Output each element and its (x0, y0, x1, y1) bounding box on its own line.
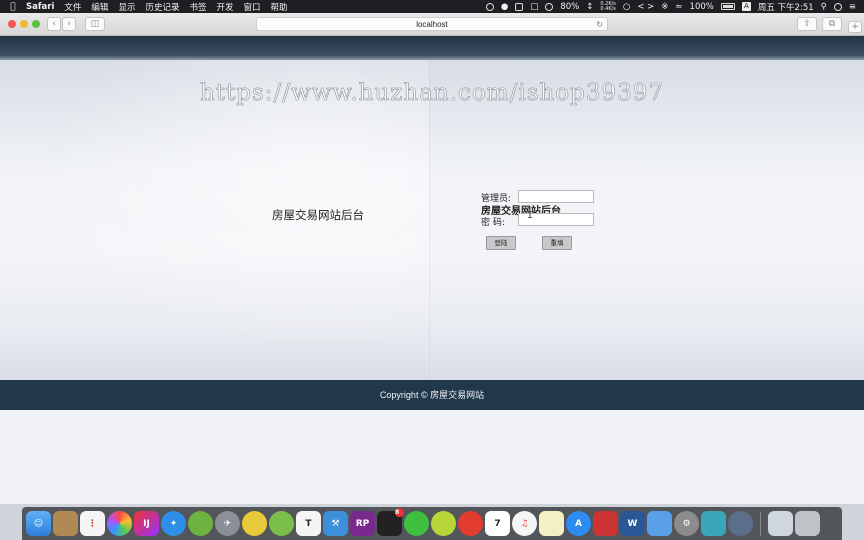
menu-app-name[interactable]: Safari (26, 2, 54, 12)
wechat-status-icon[interactable]: ○ (623, 2, 630, 12)
share-icon: ⇧ (803, 19, 811, 29)
battery-icon[interactable] (720, 3, 735, 10)
menu-help[interactable]: 帮助 (271, 1, 288, 13)
qq-icon[interactable]: 8 (377, 508, 404, 536)
sync-icon[interactable] (545, 2, 554, 11)
close-window-button[interactable] (8, 20, 16, 28)
network-speed: 0.2K/s 0.4K/s (600, 1, 616, 12)
lemon-icon[interactable] (242, 511, 267, 536)
notification-center-icon[interactable]: ≡ (849, 2, 856, 12)
chevron-right-icon: › (67, 19, 71, 29)
wechat-icon[interactable] (404, 511, 429, 536)
net-down: 0.4K/s (600, 5, 616, 12)
photos-icon[interactable] (107, 511, 132, 536)
launchpad-icon[interactable]: ✈ (215, 511, 240, 536)
updown-arrows-icon: ↕ (586, 1, 594, 12)
battery-percent-1: 80% (560, 1, 580, 12)
reload-icon[interactable]: ↻ (596, 18, 603, 31)
address-bar[interactable]: localhost ↻ (256, 17, 608, 31)
notes-icon[interactable] (53, 511, 78, 536)
reset-button[interactable]: 重填 (542, 236, 572, 250)
header-band (0, 36, 864, 60)
status-area: ● □ 80% ↕ 0.2K/s 0.4K/s ○ < > ※ ≈ 100% A… (485, 1, 864, 13)
intellij-icon[interactable]: IJ (134, 511, 159, 536)
clock[interactable]: 周五 下午2:51 (758, 1, 814, 13)
screen-icon[interactable] (515, 2, 524, 11)
dock: ☺ ⋮ IJ ✦ ✈ T ⚒ RP 8 7 ♫ A W ⚙ (22, 507, 842, 540)
browser-toolbar: ‹ › ◫ localhost ↻ ⇧ ⧉ + (0, 13, 864, 36)
spring-icon[interactable] (188, 511, 213, 536)
keynote-icon[interactable] (647, 511, 672, 536)
zoom-window-button[interactable] (32, 20, 40, 28)
dock-separator (760, 511, 761, 536)
code-brackets-icon[interactable]: < > (637, 2, 654, 12)
lock-icon[interactable]: □ (530, 2, 538, 12)
new-tab-button[interactable]: + (848, 21, 862, 33)
username-input[interactable] (518, 190, 594, 203)
watermark: https://www.huzhan.com/ishop39397 (199, 80, 665, 107)
menu-file[interactable]: 文件 (64, 1, 81, 13)
tabs-icon: ⧉ (828, 19, 836, 29)
android-studio-icon[interactable] (269, 511, 294, 536)
qq-badge: 8 (395, 508, 404, 517)
finder-icon[interactable]: ☺ (26, 511, 51, 536)
stickies-icon[interactable] (539, 511, 564, 536)
share-button[interactable]: ⇧ (797, 17, 817, 31)
chevron-left-icon: ‹ (52, 19, 56, 29)
address-text: localhost (416, 20, 448, 29)
preview-icon[interactable] (768, 511, 793, 536)
sidebar-icon: ◫ (90, 19, 100, 29)
trash-icon[interactable] (795, 511, 820, 536)
menu-window[interactable]: 窗口 (244, 1, 261, 13)
spotlight-icon[interactable]: ⚲ (821, 2, 827, 12)
menubar:  Safari 文件 编辑 显示 历史记录 书签 开发 窗口 帮助 ● □ 8… (0, 0, 864, 13)
battery-percent-2: 100% (689, 1, 714, 12)
input-method-icon[interactable]: A (741, 2, 751, 11)
sidebar-button[interactable]: ◫ (85, 17, 105, 31)
chrome-icon[interactable] (728, 511, 753, 536)
minimize-window-button[interactable] (20, 20, 28, 28)
plus-icon: + (851, 22, 859, 32)
safari-icon[interactable]: ✦ (161, 511, 186, 536)
username-label: 管理员: (481, 194, 512, 204)
menu-develop[interactable]: 开发 (216, 1, 233, 13)
typora-icon[interactable]: T (296, 511, 321, 536)
netease-music-icon[interactable] (458, 511, 483, 536)
text-cursor-icon: I (527, 210, 534, 221)
apple-icon[interactable]:  (0, 2, 26, 12)
copyright-text: Copyright © 房屋交易网站 (379, 390, 485, 400)
tabs-button[interactable]: ⧉ (822, 17, 842, 31)
word-icon[interactable]: W (620, 511, 645, 536)
siri-icon[interactable] (833, 2, 842, 11)
wifi-icon[interactable]: ≈ (675, 2, 682, 12)
web-page: https://www.huzhan.com/ishop39397 房屋交易网站… (0, 36, 864, 504)
remote-desktop-icon[interactable] (593, 511, 618, 536)
reminders-icon[interactable]: ⋮ (80, 511, 105, 536)
back-button[interactable]: ‹ (47, 17, 61, 31)
footer: Copyright © 房屋交易网站 (0, 380, 864, 410)
xcode-icon[interactable]: ⚒ (323, 511, 348, 536)
forward-button[interactable]: › (62, 17, 76, 31)
login-button[interactable]: 登陆 (486, 236, 516, 250)
axure-rp-icon[interactable]: RP (350, 511, 375, 536)
calendar-icon[interactable]: 7 (485, 511, 510, 536)
lime-icon[interactable] (431, 511, 456, 536)
navicat-icon[interactable] (701, 511, 726, 536)
menu-history[interactable]: 历史记录 (145, 1, 179, 13)
page-bottom (0, 410, 864, 504)
menu-bookmarks[interactable]: 书签 (189, 1, 206, 13)
qq-status-icon[interactable]: ● (501, 2, 508, 12)
menu-view[interactable]: 显示 (118, 1, 135, 13)
itunes-icon[interactable]: ♫ (512, 511, 537, 536)
record-icon[interactable] (485, 2, 494, 11)
password-label: 密 码: (481, 218, 505, 228)
bluetooth-icon[interactable]: ※ (661, 2, 668, 12)
system-preferences-icon[interactable]: ⚙ (674, 511, 699, 536)
menu-edit[interactable]: 编辑 (91, 1, 108, 13)
app-store-icon[interactable]: A (566, 511, 591, 536)
